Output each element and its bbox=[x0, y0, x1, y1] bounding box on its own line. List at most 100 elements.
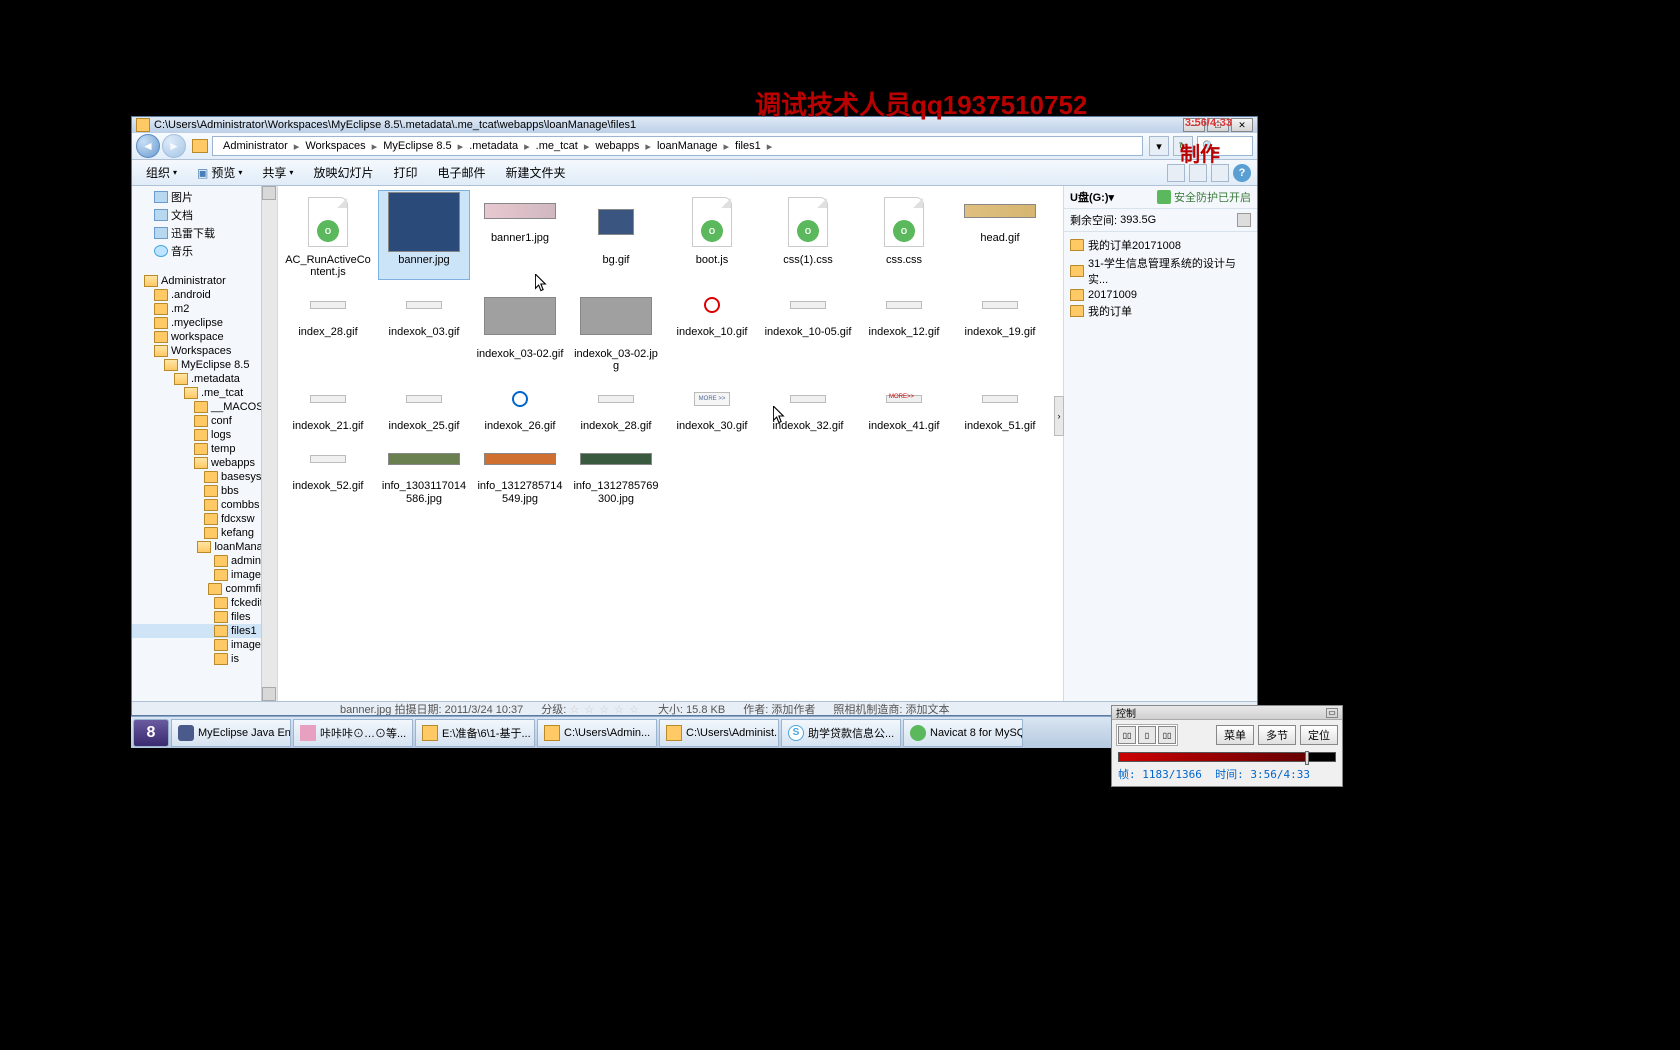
taskbar-item[interactable]: C:\Users\Admin... bbox=[537, 719, 657, 747]
right-panel-toggle[interactable]: › bbox=[1054, 396, 1064, 436]
file-item[interactable]: indexok_21.gif bbox=[282, 378, 374, 434]
play-button-3[interactable]: ▯▯ bbox=[1158, 726, 1176, 744]
tree-item[interactable]: .m2 bbox=[132, 302, 277, 316]
file-item[interactable]: bg.gif bbox=[570, 190, 662, 280]
file-item[interactable]: info_1303117014586.jpg bbox=[378, 438, 470, 506]
control-title[interactable]: 控制 ▭ bbox=[1112, 706, 1342, 720]
file-item[interactable]: Oboot.js bbox=[666, 190, 758, 280]
breadcrumb-segment[interactable]: files1 bbox=[729, 140, 767, 152]
back-button[interactable]: ◄ bbox=[136, 134, 160, 158]
tree-item[interactable]: logs bbox=[132, 428, 277, 442]
tree-item[interactable]: files1 bbox=[132, 624, 277, 638]
drive-selector[interactable]: U盘(G:)▾ bbox=[1070, 189, 1114, 205]
tree-item[interactable]: basesys bbox=[132, 470, 277, 484]
help-button[interactable]: ? bbox=[1233, 164, 1251, 182]
tree-item[interactable] bbox=[132, 260, 277, 274]
file-item[interactable]: indexok_52.gif bbox=[282, 438, 374, 506]
tree-item[interactable]: __MACOSX bbox=[132, 400, 277, 414]
share-menu[interactable]: 共享▾ bbox=[254, 162, 301, 183]
tree-item[interactable]: conf bbox=[132, 414, 277, 428]
tree-item[interactable]: admin bbox=[132, 554, 277, 568]
tree-item[interactable]: .myeclipse bbox=[132, 316, 277, 330]
file-item[interactable]: info_1312785714549.jpg bbox=[474, 438, 566, 506]
taskbar-item[interactable]: 咔咔咔⊙…⊙等... bbox=[293, 719, 413, 747]
breadcrumb-segment[interactable]: MyEclipse 8.5 bbox=[377, 140, 457, 152]
tree-item[interactable]: combbs bbox=[132, 498, 277, 512]
scroll-up-button[interactable] bbox=[262, 186, 276, 200]
tree-item[interactable]: Workspaces bbox=[132, 344, 277, 358]
file-item[interactable]: indexok_03-02.jpg bbox=[570, 284, 662, 374]
tree-item[interactable]: workspace bbox=[132, 330, 277, 344]
tree-scrollbar[interactable] bbox=[261, 186, 277, 701]
taskbar-item[interactable]: MyEclipse Java En... bbox=[171, 719, 291, 747]
tree-item[interactable]: files bbox=[132, 610, 277, 624]
tree-item[interactable]: bbs bbox=[132, 484, 277, 498]
rating-stars[interactable]: ☆ ☆ ☆ ☆ ☆ bbox=[569, 704, 640, 716]
close-button[interactable]: ✕ bbox=[1231, 118, 1253, 132]
slideshow-button[interactable]: 放映幻灯片 bbox=[305, 162, 381, 183]
file-item[interactable]: Ocss(1).css bbox=[762, 190, 854, 280]
file-item[interactable]: indexok_10-05.gif bbox=[762, 284, 854, 374]
right-panel-item[interactable]: 我的订单20171008 bbox=[1066, 236, 1255, 254]
tree-item[interactable]: 文档 bbox=[132, 206, 277, 224]
tree-item[interactable]: commfiles bbox=[132, 582, 277, 596]
tree-item[interactable]: fckeditor bbox=[132, 596, 277, 610]
tree-item[interactable]: kefang bbox=[132, 526, 277, 540]
breadcrumb[interactable]: Administrator▸Workspaces▸MyEclipse 8.5▸.… bbox=[212, 136, 1143, 156]
taskbar-item[interactable]: Navicat 8 for MySQL bbox=[903, 719, 1023, 747]
gear-icon[interactable] bbox=[1237, 213, 1251, 227]
tree-item[interactable]: loanManage bbox=[132, 540, 277, 554]
file-item[interactable]: indexok_41.gif bbox=[858, 378, 950, 434]
organize-menu[interactable]: 组织▾ bbox=[138, 162, 185, 183]
multi-button[interactable]: 多节 bbox=[1258, 725, 1296, 745]
preview-menu[interactable]: ▣预览▾ bbox=[189, 162, 250, 183]
titlebar[interactable]: C:\Users\Administrator\Workspaces\MyEcli… bbox=[132, 117, 1257, 133]
tree-item[interactable]: MyEclipse 8.5 bbox=[132, 358, 277, 372]
play-button-1[interactable]: ▯▯ bbox=[1118, 726, 1136, 744]
file-item[interactable]: banner.jpg bbox=[378, 190, 470, 280]
right-panel-item[interactable]: 我的订单 bbox=[1066, 302, 1255, 320]
start-button[interactable]: 8 bbox=[133, 719, 169, 747]
file-item[interactable]: indexok_19.gif bbox=[954, 284, 1046, 374]
file-item[interactable]: indexok_25.gif bbox=[378, 378, 470, 434]
file-list[interactable]: OAC_RunActiveContent.jsbanner.jpgbanner1… bbox=[278, 186, 1063, 701]
file-item[interactable]: indexok_28.gif bbox=[570, 378, 662, 434]
tree-item[interactable]: 图片 bbox=[132, 188, 277, 206]
breadcrumb-segment[interactable]: Workspaces bbox=[299, 140, 371, 152]
taskbar-item[interactable]: S助学贷款信息公... bbox=[781, 719, 901, 747]
forward-button[interactable]: ► bbox=[162, 134, 186, 158]
file-item[interactable]: info_1312785769300.jpg bbox=[570, 438, 662, 506]
tree-item[interactable]: imageslg bbox=[132, 638, 277, 652]
file-item[interactable]: indexok_10.gif bbox=[666, 284, 758, 374]
file-item[interactable]: banner1.jpg bbox=[474, 190, 566, 280]
tree-item[interactable]: 音乐 bbox=[132, 242, 277, 260]
email-button[interactable]: 电子邮件 bbox=[429, 162, 493, 183]
taskbar-item[interactable]: C:\Users\Administ... bbox=[659, 719, 779, 747]
file-item[interactable]: indexok_51.gif bbox=[954, 378, 1046, 434]
file-item[interactable]: indexok_12.gif bbox=[858, 284, 950, 374]
tree-item[interactable]: fdcxsw bbox=[132, 512, 277, 526]
tree-item[interactable]: .me_tcat bbox=[132, 386, 277, 400]
play-button-2[interactable]: ▯ bbox=[1138, 726, 1156, 744]
file-item[interactable]: MORE >>indexok_30.gif bbox=[666, 378, 758, 434]
tree-item[interactable]: webapps bbox=[132, 456, 277, 470]
right-panel-item[interactable]: 20171009 bbox=[1066, 288, 1255, 302]
progress-slider[interactable] bbox=[1118, 752, 1336, 762]
breadcrumb-dropdown[interactable]: ▾ bbox=[1149, 136, 1169, 156]
file-item[interactable]: OAC_RunActiveContent.js bbox=[282, 190, 374, 280]
tree-item[interactable]: images bbox=[132, 568, 277, 582]
tree-item[interactable]: 迅雷下载 bbox=[132, 224, 277, 242]
file-item[interactable]: index_28.gif bbox=[282, 284, 374, 374]
control-close-button[interactable]: ▭ bbox=[1326, 708, 1338, 718]
right-panel-item[interactable]: 31-学生信息管理系统的设计与实... bbox=[1066, 254, 1255, 288]
file-item[interactable]: head.gif bbox=[954, 190, 1046, 280]
file-item[interactable]: indexok_32.gif bbox=[762, 378, 854, 434]
tree-item[interactable]: Administrator bbox=[132, 274, 277, 288]
locate-button[interactable]: 定位 bbox=[1300, 725, 1338, 745]
breadcrumb-segment[interactable]: Administrator bbox=[217, 140, 294, 152]
tree-item[interactable]: is bbox=[132, 652, 277, 666]
breadcrumb-segment[interactable]: .metadata bbox=[463, 140, 524, 152]
taskbar-item[interactable]: E:\准备\6\1-基于... bbox=[415, 719, 535, 747]
file-item[interactable]: indexok_03-02.gif bbox=[474, 284, 566, 374]
print-button[interactable]: 打印 bbox=[385, 162, 425, 183]
